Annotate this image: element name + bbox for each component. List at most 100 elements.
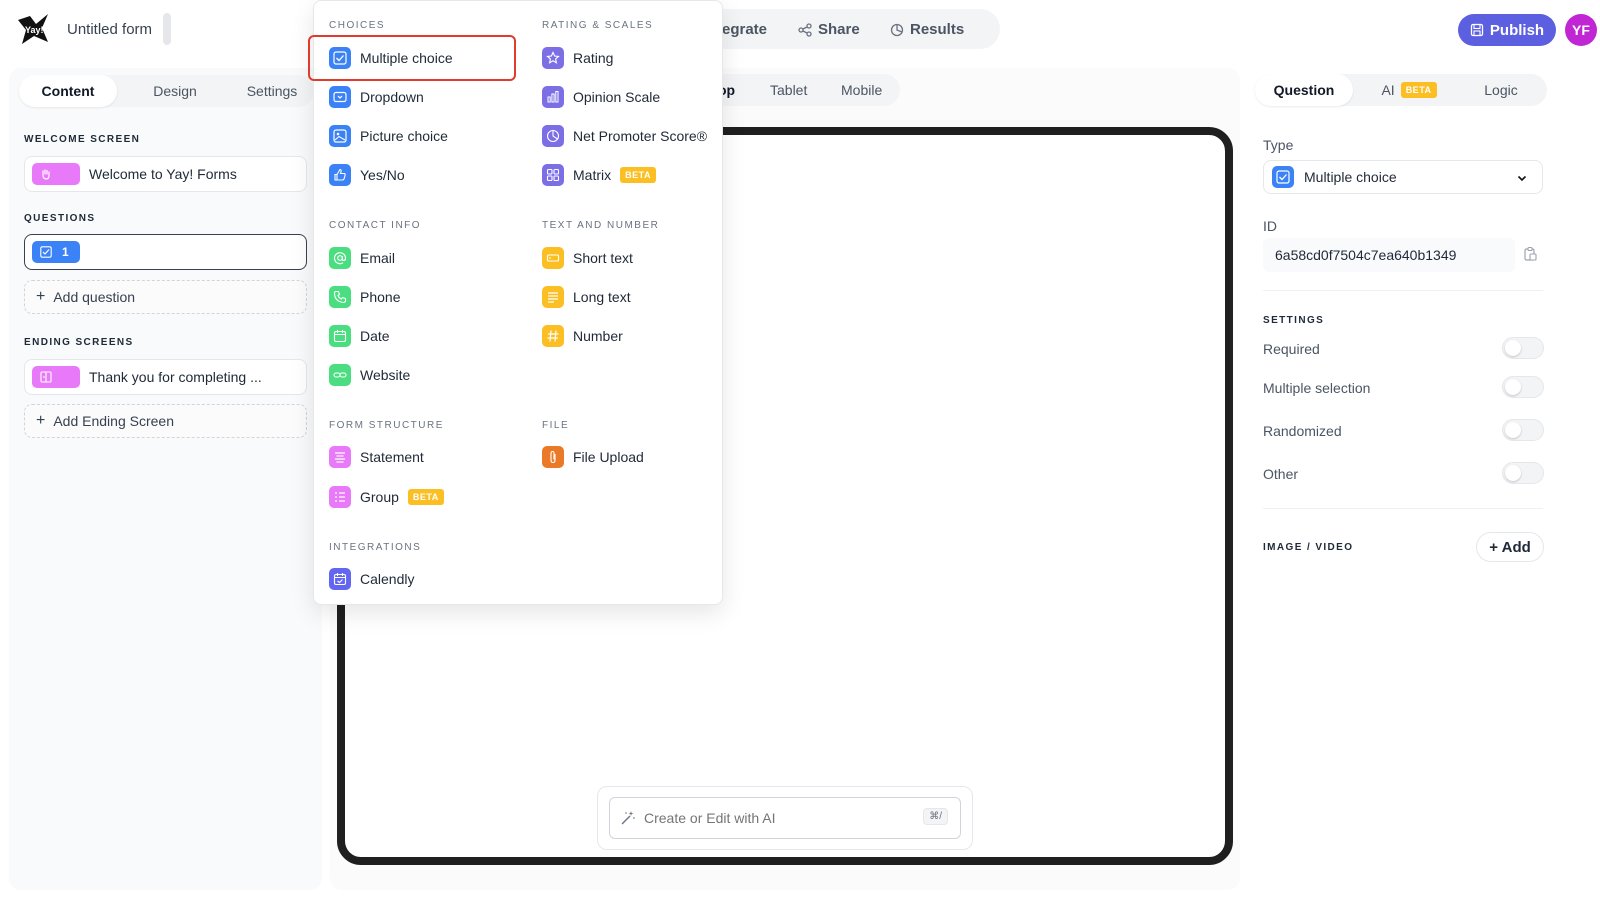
menu-heading-rating-scales: RATING & SCALES bbox=[542, 20, 654, 31]
menu-item-picture-choice[interactable]: Picture choice bbox=[329, 121, 448, 151]
exit-door-icon bbox=[32, 366, 80, 388]
tab-settings[interactable]: Settings bbox=[227, 75, 317, 107]
short-text-icon bbox=[542, 247, 564, 269]
divider bbox=[1263, 290, 1543, 291]
question-id-field[interactable] bbox=[1263, 238, 1515, 272]
menu-item-opinion-scale[interactable]: Opinion Scale bbox=[542, 82, 660, 112]
question-type-select[interactable]: Multiple choice bbox=[1263, 160, 1543, 194]
dropdown-icon bbox=[329, 86, 351, 108]
setting-other-label: Other bbox=[1263, 466, 1299, 482]
phone-icon bbox=[329, 286, 351, 308]
menu-heading-contact-info: CONTACT INFO bbox=[329, 220, 422, 231]
required-toggle[interactable] bbox=[1502, 337, 1544, 359]
menu-heading-integrations: INTEGRATIONS bbox=[329, 542, 422, 553]
ending-screen-title: Thank you for completing ... bbox=[89, 369, 262, 385]
setting-required-label: Required bbox=[1263, 341, 1320, 357]
welcome-screen-item[interactable]: Welcome to Yay! Forms bbox=[24, 156, 307, 192]
title-edit-handle[interactable] bbox=[163, 13, 171, 45]
other-toggle[interactable] bbox=[1502, 462, 1544, 484]
divider bbox=[1263, 508, 1543, 509]
at-sign-icon bbox=[329, 247, 351, 269]
image-video-label: IMAGE / VIDEO bbox=[1263, 542, 1354, 553]
ending-screen-item[interactable]: Thank you for completing ... bbox=[24, 359, 307, 395]
tab-ai[interactable]: AI BETA bbox=[1363, 74, 1455, 106]
publish-button[interactable]: Publish bbox=[1458, 14, 1556, 46]
checkbox-icon bbox=[1272, 166, 1294, 188]
shortcut-hint: ⌘/ bbox=[923, 808, 948, 825]
add-ending-screen-button[interactable]: + Add Ending Screen bbox=[24, 404, 307, 438]
calendar-icon bbox=[329, 325, 351, 347]
ai-beta-badge: BETA bbox=[1400, 82, 1437, 98]
ai-prompt-input[interactable] bbox=[644, 810, 914, 826]
thumbs-up-icon bbox=[329, 164, 351, 186]
checkbox-icon bbox=[329, 47, 351, 69]
ending-screens-label: ENDING SCREENS bbox=[24, 337, 134, 348]
svg-text:Yay!: Yay! bbox=[25, 25, 44, 35]
nav-results[interactable]: Results bbox=[890, 21, 964, 38]
tab-design[interactable]: Design bbox=[127, 75, 223, 107]
long-text-icon bbox=[542, 286, 564, 308]
menu-item-rating[interactable]: Rating bbox=[542, 43, 613, 73]
tab-tablet[interactable]: Tablet bbox=[770, 82, 807, 98]
top-bar: Yay! Untitled form egrate Share Results … bbox=[0, 0, 1600, 60]
user-avatar[interactable]: YF bbox=[1565, 14, 1597, 46]
menu-item-phone[interactable]: Phone bbox=[329, 282, 400, 312]
left-tabs: Content Design Settings bbox=[19, 75, 314, 107]
share-icon bbox=[798, 22, 812, 37]
question-item-1[interactable]: 1 bbox=[24, 234, 307, 270]
menu-item-calendly[interactable]: Calendly bbox=[329, 564, 414, 594]
question-number: 1 bbox=[62, 245, 69, 259]
group-beta-badge: BETA bbox=[407, 489, 444, 505]
menu-item-dropdown[interactable]: Dropdown bbox=[329, 82, 424, 112]
tab-logic[interactable]: Logic bbox=[1455, 74, 1547, 106]
setting-randomized-label: Randomized bbox=[1263, 423, 1342, 439]
menu-item-file-upload[interactable]: File Upload bbox=[542, 442, 644, 472]
statement-icon bbox=[329, 446, 351, 468]
magic-wand-icon bbox=[621, 811, 635, 825]
menu-item-website[interactable]: Website bbox=[329, 360, 410, 390]
left-panel: Content Design Settings WELCOME SCREEN W… bbox=[9, 68, 322, 890]
hash-icon bbox=[542, 325, 564, 347]
menu-item-date[interactable]: Date bbox=[329, 321, 390, 351]
welcome-screen-title: Welcome to Yay! Forms bbox=[89, 166, 237, 182]
menu-item-short-text[interactable]: Short text bbox=[542, 243, 633, 273]
menu-item-long-text[interactable]: Long text bbox=[542, 282, 631, 312]
ai-prompt-field[interactable]: ⌘/ bbox=[609, 797, 961, 839]
menu-item-net-promoter-score[interactable]: Net Promoter Score® bbox=[542, 121, 707, 151]
menu-item-number[interactable]: Number bbox=[542, 321, 623, 351]
menu-item-email[interactable]: Email bbox=[329, 243, 395, 273]
add-question-button[interactable]: + Add question bbox=[24, 280, 307, 314]
randomized-toggle[interactable] bbox=[1502, 419, 1544, 441]
type-label: Type bbox=[1263, 137, 1294, 153]
menu-item-multiple-choice[interactable]: Multiple choice bbox=[329, 43, 453, 73]
results-icon bbox=[890, 23, 904, 36]
nav-integrate[interactable]: egrate bbox=[722, 21, 767, 38]
add-media-button[interactable]: + Add bbox=[1476, 532, 1544, 562]
hand-wave-icon bbox=[32, 163, 80, 185]
menu-item-group[interactable]: Group BETA bbox=[329, 482, 444, 512]
menu-item-matrix[interactable]: Matrix BETA bbox=[542, 160, 656, 190]
paperclip-icon bbox=[542, 446, 564, 468]
questions-label: QUESTIONS bbox=[24, 213, 96, 224]
calendly-icon bbox=[329, 568, 351, 590]
nav-share[interactable]: Share bbox=[798, 21, 860, 38]
tab-content[interactable]: Content bbox=[19, 75, 117, 107]
star-icon bbox=[542, 47, 564, 69]
menu-heading-file: FILE bbox=[542, 420, 570, 431]
settings-label: SETTINGS bbox=[1263, 315, 1325, 326]
tab-question[interactable]: Question bbox=[1255, 74, 1353, 106]
tab-mobile[interactable]: Mobile bbox=[841, 82, 882, 98]
link-icon bbox=[329, 364, 351, 386]
menu-heading-form-structure: FORM STRUCTURE bbox=[329, 420, 444, 431]
device-tabs: op Tablet Mobile bbox=[700, 74, 900, 106]
plus-icon: + bbox=[36, 412, 46, 429]
id-label: ID bbox=[1263, 218, 1277, 234]
copy-icon[interactable] bbox=[1522, 246, 1538, 262]
yay-logo-icon[interactable]: Yay! bbox=[16, 12, 50, 46]
menu-item-statement[interactable]: Statement bbox=[329, 442, 424, 472]
question-type-menu: CHOICES Multiple choice Dropdown Picture… bbox=[313, 0, 723, 605]
top-nav: egrate Share Results bbox=[700, 9, 1000, 49]
multiple-selection-toggle[interactable] bbox=[1502, 376, 1544, 398]
form-title[interactable]: Untitled form bbox=[67, 21, 152, 38]
menu-item-yes-no[interactable]: Yes/No bbox=[329, 160, 405, 190]
